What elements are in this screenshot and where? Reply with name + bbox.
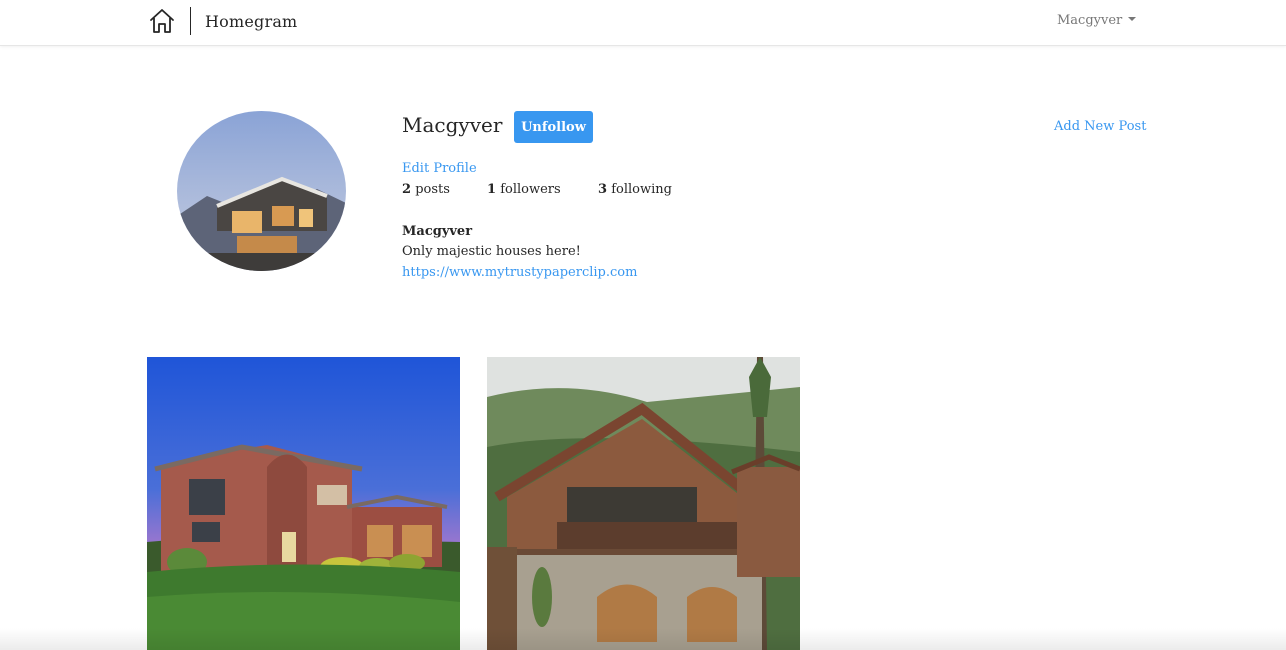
following-label: following [611, 182, 672, 197]
post-thumbnail[interactable] [147, 357, 460, 650]
bio-website-link[interactable]: https://www.mytrustypaperclip.com [402, 265, 637, 280]
top-navbar: Homegram Macgyver [0, 0, 1286, 46]
followers-label: followers [500, 182, 561, 197]
home-icon[interactable] [148, 7, 176, 35]
brand-title[interactable]: Homegram [205, 12, 297, 31]
followers-stat[interactable]: 1 followers [487, 182, 561, 197]
post-thumbnail[interactable] [487, 357, 800, 650]
following-count: 3 [598, 182, 608, 197]
add-new-post-link[interactable]: Add New Post [1054, 119, 1146, 134]
bio-text: Only majestic houses here! [402, 244, 581, 259]
edit-profile-link[interactable]: Edit Profile [402, 161, 477, 176]
followers-count: 1 [487, 182, 497, 197]
bio-name: Macgyver [402, 224, 473, 239]
unfollow-button[interactable]: Unfollow [514, 111, 593, 143]
nav-divider [190, 7, 191, 35]
profile-username: Macgyver [402, 113, 503, 137]
user-menu-label: Macgyver [1057, 13, 1123, 28]
posts-label: posts [415, 182, 450, 197]
caret-down-icon [1128, 17, 1137, 21]
following-stat[interactable]: 3 following [598, 182, 672, 197]
user-menu-dropdown[interactable]: Macgyver [1057, 13, 1137, 28]
posts-count: 2 [402, 182, 412, 197]
profile-avatar [177, 111, 346, 271]
posts-stat: 2 posts [402, 182, 450, 197]
